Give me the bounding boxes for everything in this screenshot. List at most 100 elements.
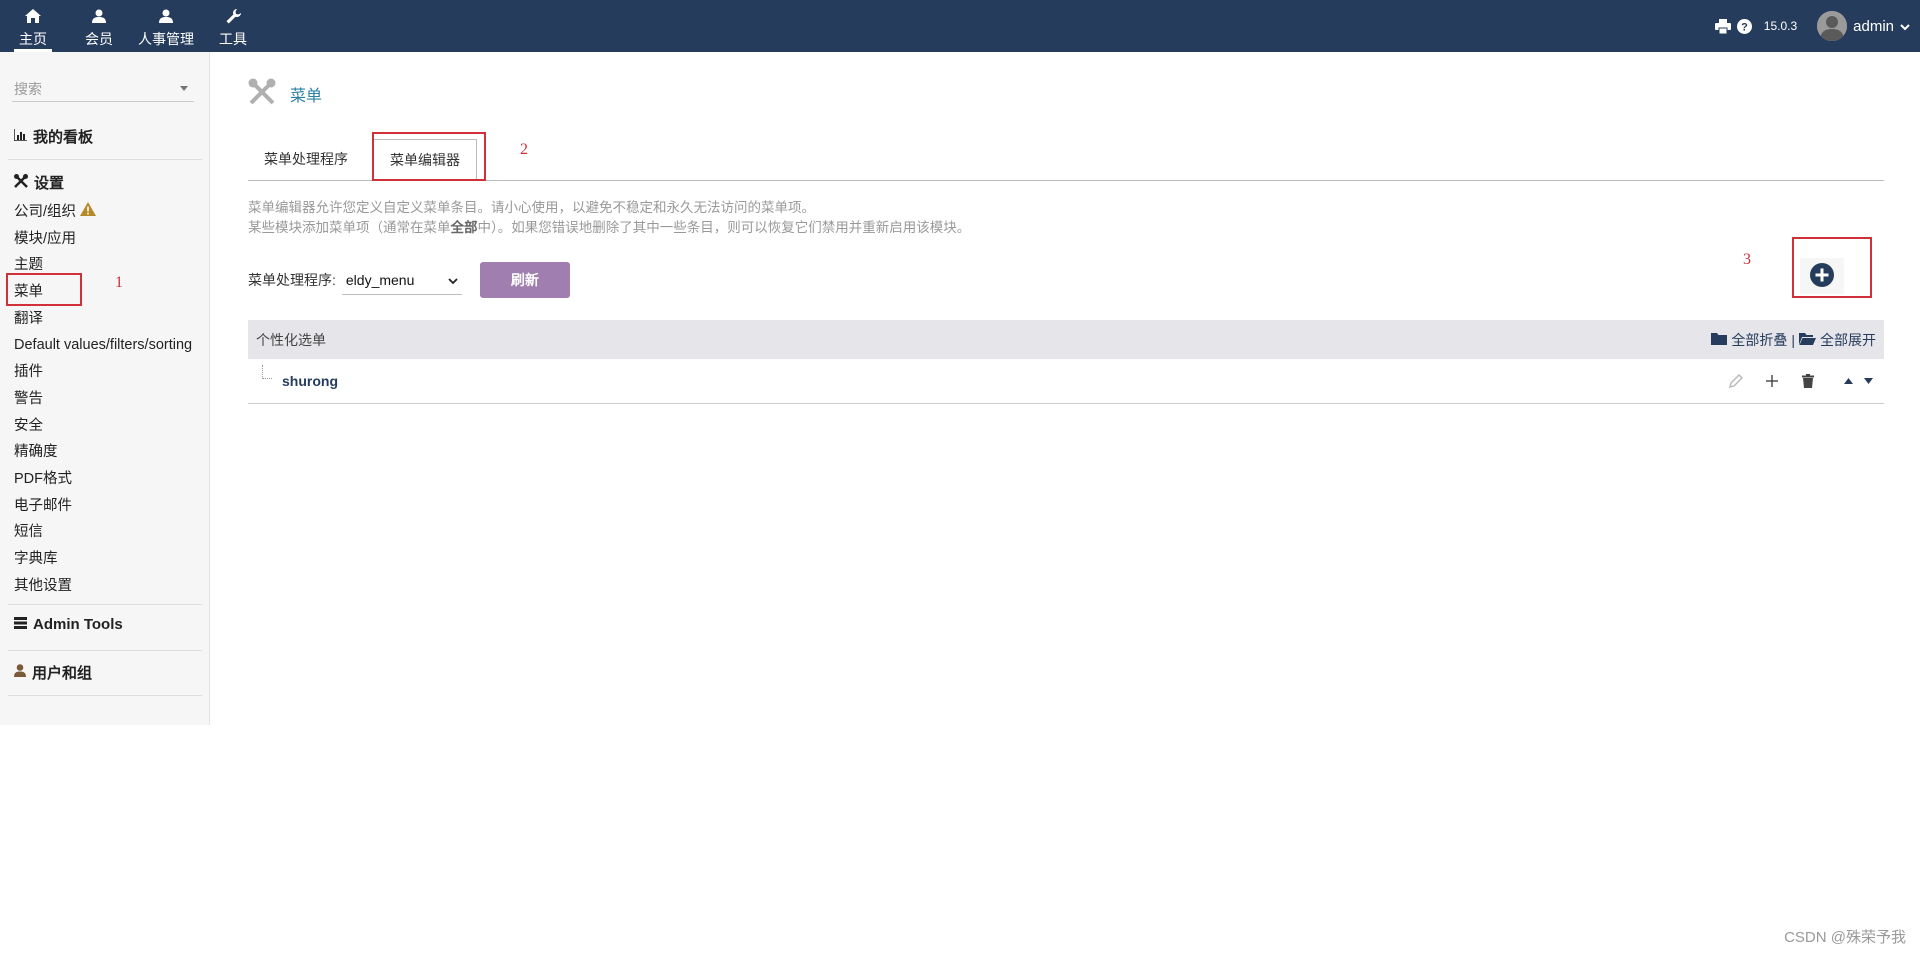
sidebar-item-dictionaries[interactable]: 字典库	[14, 546, 192, 573]
page-title: 菜单	[248, 78, 322, 109]
search-input[interactable]: 搜索	[12, 76, 194, 102]
print-icon[interactable]	[1712, 15, 1734, 37]
collapse-all-link[interactable]: 全部折叠	[1711, 330, 1787, 350]
server-icon	[14, 616, 27, 633]
sidebar-dashboard[interactable]: 我的看板	[13, 126, 94, 147]
tab-bar: 菜单处理程序 菜单编辑器	[248, 131, 1884, 181]
tools-icon	[14, 173, 28, 192]
avatar	[1817, 11, 1848, 41]
annotation-box-3	[1792, 237, 1872, 298]
sidebar-item-label: 翻译	[14, 310, 43, 327]
page-title-text: 菜单	[290, 87, 323, 105]
help-icon[interactable]: ?	[1734, 15, 1756, 37]
annotation-number-3: 3	[1743, 251, 1751, 268]
desc-line-2: 某些模块添加菜单项（通常在菜单全部中）。如果您错误地删除了其中一些条目，则可以恢…	[248, 219, 971, 235]
user-icon	[92, 6, 106, 26]
menu-tree-table: 个性化选单 全部折叠 | 全部展开 shurong	[248, 320, 1884, 404]
menu-handler-row: 菜单处理程序: eldy_menu 刷新	[248, 262, 570, 298]
annotation-box-2	[372, 132, 486, 181]
sidebar-item-default-values[interactable]: Default values/filters/sorting	[14, 332, 192, 359]
desc-line-1: 菜单编辑器允许您定义自定义菜单条目。请小心使用，以避免不稳定和永久无法访问的菜单…	[248, 200, 815, 215]
wrench-icon	[226, 6, 241, 26]
sidebar-item-label: 插件	[14, 364, 43, 381]
left-sidebar: 搜索 我的看板 设置 公司/组织 模块/应用 主题 菜单 翻译 Default …	[0, 52, 210, 725]
sidebar-item-label: 短信	[14, 524, 43, 541]
sidebar-item-company[interactable]: 公司/组织	[14, 199, 192, 226]
menu-handler-value: eldy_menu	[345, 271, 415, 288]
tab-menu-handlers[interactable]: 菜单处理程序	[248, 139, 364, 181]
sidebar-settings[interactable]: 设置	[14, 172, 64, 193]
sidebar-item-widgets[interactable]: 插件	[14, 359, 192, 386]
top-nav: 主页 会员 人事管理 工具	[0, 0, 266, 52]
table-header-title: 个性化选单	[256, 331, 326, 348]
sidebar-item-label: Default values/filters/sorting	[14, 337, 193, 354]
chevron-down-icon	[1900, 18, 1910, 34]
username: admin	[1853, 17, 1894, 35]
expand-all-label: 全部展开	[1820, 331, 1876, 348]
table-row: shurong	[248, 359, 1884, 404]
page-description: 菜单编辑器允许您定义自定义菜单条目。请小心使用，以避免不稳定和永久无法访问的菜单…	[248, 198, 970, 237]
sidebar-item-limits[interactable]: 精确度	[14, 439, 192, 466]
sidebar-item-emails[interactable]: 电子邮件	[14, 493, 192, 520]
sidebar-item-security[interactable]: 安全	[14, 413, 192, 440]
delete-icon[interactable]	[1798, 371, 1818, 391]
folder-icon	[1711, 332, 1728, 348]
chevron-down-icon	[180, 86, 188, 91]
chart-icon	[13, 128, 27, 145]
sidebar-dashboard-label: 我的看板	[33, 129, 94, 146]
topnav-home[interactable]: 主页	[0, 0, 66, 52]
warning-icon	[80, 199, 97, 226]
separator: |	[1791, 331, 1795, 348]
sidebar-admin-tools-label: Admin Tools	[33, 616, 123, 633]
expand-all-link[interactable]: 全部展开	[1799, 330, 1876, 350]
sidebar-divider	[8, 159, 202, 160]
topnav-members-label: 会员	[85, 31, 113, 47]
topnav-hrm-label: 人事管理	[138, 31, 194, 47]
top-navbar: 主页 会员 人事管理 工具 ? 15.0.3 admin	[0, 0, 1920, 52]
annotation-number-2: 2	[520, 141, 528, 158]
sidebar-users-groups[interactable]: 用户和组	[14, 662, 92, 683]
refresh-button[interactable]: 刷新	[479, 262, 570, 298]
sidebar-item-translation[interactable]: 翻译	[14, 306, 192, 333]
sidebar-users-groups-label: 用户和组	[32, 665, 93, 682]
topnav-tools[interactable]: 工具	[200, 0, 266, 52]
version-label: 15.0.3	[1763, 19, 1798, 33]
sidebar-item-label: 字典库	[14, 550, 58, 567]
edit-icon[interactable]	[1726, 371, 1746, 391]
topnav-home-label: 主页	[19, 31, 47, 47]
sidebar-item-modules[interactable]: 模块/应用	[14, 226, 192, 253]
sidebar-item-label: PDF格式	[14, 470, 72, 487]
move-down-icon[interactable]	[1858, 371, 1878, 391]
menu-handler-label: 菜单处理程序:	[248, 272, 336, 288]
topnav-members[interactable]: 会员	[66, 0, 132, 52]
user-icon	[14, 664, 26, 681]
top-right-area: ? 15.0.3 admin	[1712, 0, 1920, 52]
sidebar-item-alerts[interactable]: 警告	[14, 386, 192, 413]
tree-connector	[262, 365, 272, 379]
add-child-icon[interactable]	[1762, 371, 1782, 391]
move-up-icon[interactable]	[1838, 371, 1858, 391]
user-icon	[159, 6, 173, 26]
sidebar-settings-list: 公司/组织 模块/应用 主题 菜单 翻译 Default values/filt…	[14, 199, 192, 599]
sidebar-item-sms[interactable]: 短信	[14, 519, 192, 546]
menu-entry-label[interactable]: shurong	[282, 373, 338, 389]
sidebar-item-label: 安全	[14, 417, 43, 434]
menu-handler-select[interactable]: eldy_menu	[341, 265, 462, 295]
topnav-tools-label: 工具	[219, 31, 247, 47]
watermark: CSDN @殊荣予我	[1784, 929, 1906, 946]
chevron-down-icon	[448, 272, 458, 288]
tree-controls: 全部折叠 | 全部展开	[1711, 330, 1876, 350]
sidebar-divider	[8, 650, 202, 651]
sidebar-item-label: 精确度	[14, 444, 58, 461]
user-menu[interactable]: admin	[1817, 11, 1910, 41]
sidebar-item-pdf[interactable]: PDF格式	[14, 466, 192, 493]
sidebar-item-label: 公司/组织	[14, 204, 77, 220]
annotation-box-1	[6, 273, 82, 306]
collapse-all-label: 全部折叠	[1731, 331, 1788, 348]
sidebar-admin-tools[interactable]: Admin Tools	[14, 616, 123, 633]
sidebar-divider	[8, 604, 202, 605]
topnav-hrm[interactable]: 人事管理	[132, 0, 200, 52]
sidebar-item-other-setup[interactable]: 其他设置	[14, 573, 192, 600]
table-header: 个性化选单 全部折叠 | 全部展开	[248, 320, 1884, 359]
sidebar-settings-label: 设置	[34, 175, 65, 192]
